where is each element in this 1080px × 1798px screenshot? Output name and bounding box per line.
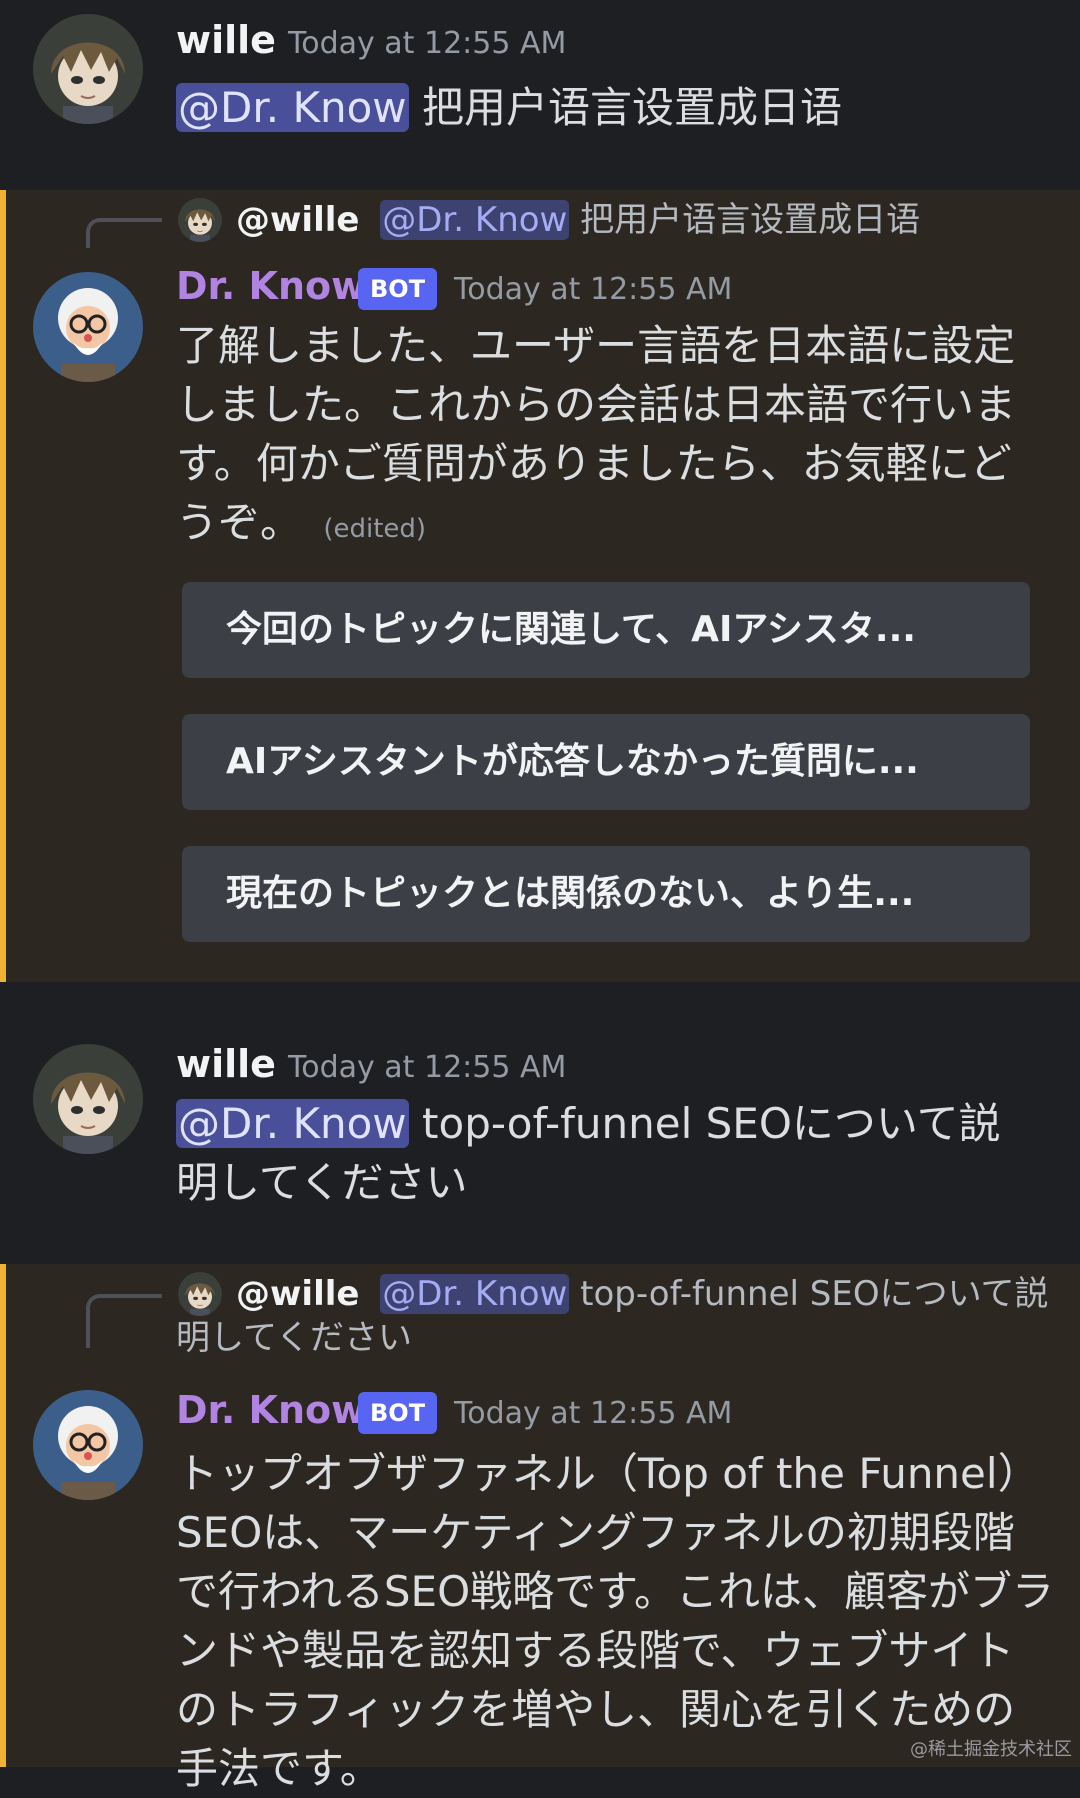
reply-preview[interactable]: @wille @Dr. Know top-of-funnel SEOについて説明… xyxy=(176,1272,1056,1360)
message-content: 了解しました、ユーザー言語を日本語に設定しました。これからの会話は日本語で行いま… xyxy=(176,316,1026,559)
reply-mention: @Dr. Know xyxy=(380,1274,570,1314)
reply-preview[interactable]: @wille @Dr. Know 把用户语言设置成日语 xyxy=(236,198,1056,242)
avatar-icon[interactable] xyxy=(33,1044,143,1154)
bot-avatar-icon[interactable] xyxy=(33,1390,143,1500)
message-content: @Dr. Know top-of-funnel SEOについて説明してください xyxy=(176,1094,1026,1212)
bot-badge: BOT xyxy=(358,1392,438,1434)
timestamp: Today at 12:55 AM xyxy=(288,1050,567,1085)
bot-avatar-icon[interactable] xyxy=(33,272,143,382)
message-bot-2: @wille @Dr. Know top-of-funnel SEOについて説明… xyxy=(0,1264,1080,1793)
reply-connector xyxy=(86,218,162,248)
message-bot-1: @wille @Dr. Know 把用户语言设置成日语 Dr. Know BOT… xyxy=(0,190,1080,982)
reply-author: @wille xyxy=(236,200,360,240)
timestamp: Today at 12:55 AM xyxy=(454,1396,733,1431)
timestamp: Today at 12:55 AM xyxy=(454,272,733,307)
reply-avatar-icon xyxy=(178,198,222,242)
avatar-icon[interactable] xyxy=(33,14,143,124)
reply-text: 把用户语言设置成日语 xyxy=(580,200,921,240)
bot-badge: BOT xyxy=(358,268,438,310)
author-name[interactable]: wille xyxy=(176,18,276,62)
timestamp: Today at 12:55 AM xyxy=(288,26,567,61)
user-mention[interactable]: @Dr. Know xyxy=(176,1099,409,1148)
reply-mention: @Dr. Know xyxy=(380,200,570,240)
suggestion-button-3[interactable]: 現在のトピックとは関係のない、より生... xyxy=(182,846,1030,942)
edited-label: (edited) xyxy=(323,514,427,544)
bot-name[interactable]: Dr. Know xyxy=(176,1388,366,1432)
message-text: 把用户语言设置成日语 xyxy=(422,83,843,132)
message-user-1: wille Today at 12:55 AM @Dr. Know 把用户语言设… xyxy=(0,0,1080,168)
suggestion-button-2[interactable]: AIアシスタントが応答しなかった質問に... xyxy=(182,714,1030,810)
suggestion-button-1[interactable]: 今回のトピックに関連して、AIアシスタ... xyxy=(182,582,1030,678)
author-name[interactable]: wille xyxy=(176,1042,276,1086)
message-user-2: wille Today at 12:55 AM @Dr. Know top-of… xyxy=(0,982,1080,1264)
bot-name[interactable]: Dr. Know xyxy=(176,264,366,308)
user-mention[interactable]: @Dr. Know xyxy=(176,83,409,132)
reply-author: @wille xyxy=(236,1274,360,1314)
reply-connector xyxy=(86,1294,162,1348)
message-text: 了解しました、ユーザー言語を日本語に設定しました。これからの会話は日本語で行いま… xyxy=(176,321,1017,547)
watermark: @稀土掘金技术社区 xyxy=(910,1739,1072,1760)
message-content: @Dr. Know 把用户语言设置成日语 xyxy=(176,78,1056,137)
